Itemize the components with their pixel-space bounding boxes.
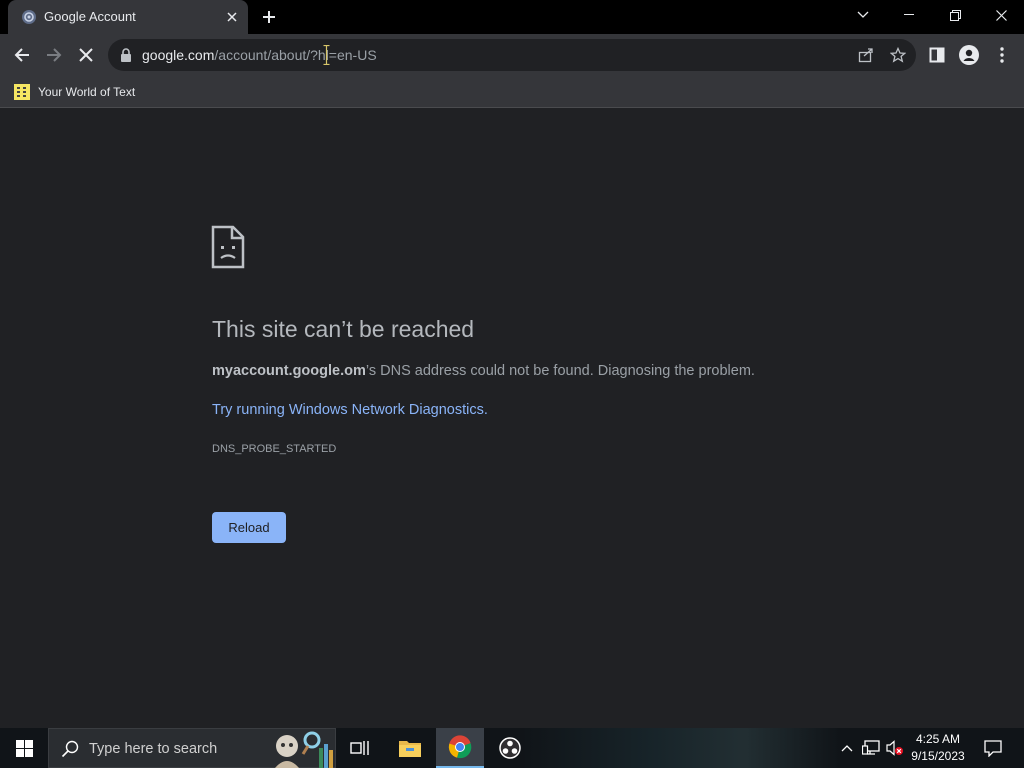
search-icon bbox=[61, 740, 79, 758]
tab-search-chevron-icon[interactable] bbox=[840, 0, 886, 30]
page-content: This site can’t be reached myaccount.goo… bbox=[0, 108, 1024, 728]
url-host: google.com bbox=[142, 47, 215, 63]
speaker-muted-icon[interactable] bbox=[884, 728, 906, 768]
tab-google-account[interactable]: Google Account bbox=[8, 0, 248, 34]
bookmark-your-world-of-text[interactable]: Your World of Text bbox=[14, 82, 135, 102]
error-code: DNS_PROBE_STARTED bbox=[212, 443, 337, 455]
error-detail: myaccount.google.om’s DNS address could … bbox=[212, 363, 755, 379]
address-bar[interactable]: google.com/account/about/?hl=en-US bbox=[108, 39, 916, 71]
chrome-taskbar-icon[interactable] bbox=[436, 728, 484, 768]
search-placeholder: Type here to search bbox=[89, 741, 218, 757]
error-detail-host: myaccount.google.om bbox=[212, 363, 366, 379]
profile-avatar-icon[interactable] bbox=[957, 43, 981, 67]
close-window-icon[interactable] bbox=[978, 0, 1024, 30]
tab-close-icon[interactable] bbox=[224, 9, 240, 25]
error-title: This site can’t be reached bbox=[212, 316, 475, 342]
side-panel-icon[interactable] bbox=[925, 43, 949, 67]
url-text[interactable]: google.com/account/about/?hl=en-US bbox=[142, 47, 377, 63]
obs-studio-icon[interactable] bbox=[486, 728, 534, 768]
google-account-favicon-icon bbox=[22, 10, 36, 24]
restore-icon[interactable] bbox=[932, 0, 978, 30]
sad-page-icon bbox=[211, 225, 245, 269]
windows-taskbar: Type here to search 4:25 AM 9/15/2023 bbox=[0, 728, 1024, 768]
clock-date: 9/15/2023 bbox=[911, 749, 965, 763]
browser-window: Google Account google.com/account/about/… bbox=[0, 0, 1024, 768]
kebab-menu-icon[interactable] bbox=[990, 43, 1014, 67]
error-detail-text: ’s DNS address could not be found. Diagn… bbox=[365, 363, 755, 379]
taskbar-clock[interactable]: 4:25 AM 9/15/2023 bbox=[906, 731, 970, 765]
bookmark-star-icon[interactable] bbox=[886, 43, 910, 67]
new-tab-plus-icon[interactable] bbox=[261, 9, 277, 25]
your-world-of-text-favicon-icon bbox=[14, 84, 30, 100]
taskbar-wallpaper-tint bbox=[520, 728, 840, 768]
share-icon[interactable] bbox=[854, 43, 878, 67]
url-path: /account/about/?hl=en-US bbox=[214, 47, 377, 63]
start-windows-icon[interactable] bbox=[0, 728, 48, 768]
search-highlight-illustration-icon bbox=[275, 731, 333, 768]
reload-button[interactable]: Reload bbox=[212, 512, 286, 543]
file-explorer-icon[interactable] bbox=[386, 728, 434, 768]
network-icon[interactable] bbox=[860, 728, 882, 768]
minimize-icon[interactable] bbox=[886, 0, 932, 30]
stop-loading-icon[interactable] bbox=[74, 43, 98, 67]
tab-title: Google Account bbox=[44, 9, 136, 24]
task-view-icon[interactable] bbox=[336, 728, 384, 768]
show-hidden-icons-chevron-icon[interactable] bbox=[838, 728, 856, 768]
notifications-icon[interactable] bbox=[978, 728, 1008, 768]
text-cursor-icon bbox=[323, 45, 330, 65]
clock-time: 4:25 AM bbox=[915, 732, 961, 746]
network-diagnostics-link[interactable]: Try running Windows Network Diagnostics. bbox=[212, 402, 488, 418]
bookmarks-bar: Your World of Text bbox=[0, 76, 1024, 108]
browser-toolbar: google.com/account/about/?hl=en-US bbox=[0, 34, 1024, 76]
taskbar-search-box[interactable]: Type here to search bbox=[48, 728, 336, 768]
back-arrow-icon[interactable] bbox=[10, 43, 34, 67]
forward-arrow-icon[interactable] bbox=[42, 43, 66, 67]
bookmark-label: Your World of Text bbox=[38, 85, 136, 99]
tab-strip: Google Account bbox=[0, 0, 1024, 34]
lock-icon[interactable] bbox=[120, 48, 132, 62]
